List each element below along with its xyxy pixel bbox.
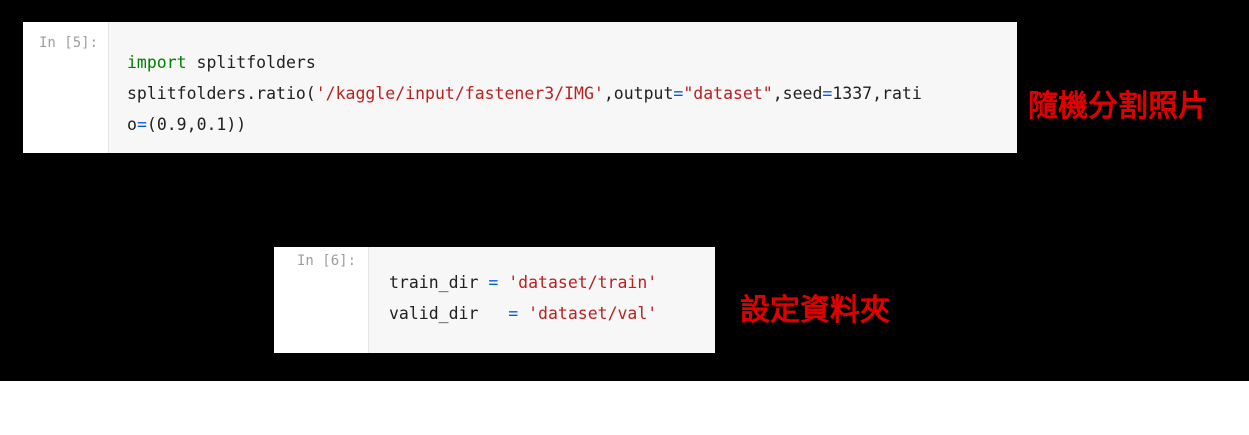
code-number: 0.1 — [196, 115, 227, 134]
code-operator: = — [488, 273, 499, 292]
code-cell-5[interactable]: In [5]: import splitfolders splitfolders… — [23, 22, 1017, 153]
code-number: 0.9 — [156, 115, 187, 134]
code-text: train_dir — [389, 273, 489, 292]
code-operator: = — [673, 84, 684, 103]
code-line: valid_dir = 'dataset/val' — [389, 304, 657, 324]
code-line: splitfolders.ratio('/kaggle/input/fasten… — [127, 84, 922, 104]
code-string: "dataset" — [683, 84, 773, 103]
code-text: splitfolders — [186, 53, 316, 72]
code-operator: = — [822, 84, 833, 103]
code-string: 'dataset/train' — [508, 273, 658, 292]
cell-prompt: In [5]: — [39, 35, 99, 51]
code-line: import splitfolders — [127, 53, 316, 73]
annotation-set-folder: 設定資料夾 — [740, 293, 890, 328]
code-string: '/kaggle/input/fastener3/IMG' — [315, 84, 604, 103]
code-operator: = — [508, 304, 519, 323]
code-string: 'dataset/val' — [528, 304, 658, 323]
code-keyword: import — [127, 53, 187, 72]
cell-prompt: In [6]: — [297, 253, 357, 269]
code-text: ,output — [603, 84, 674, 103]
code-number: 1337 — [832, 84, 873, 103]
code-input-area[interactable]: train_dir = 'dataset/train' valid_dir = … — [368, 247, 715, 353]
code-text: ( — [146, 115, 157, 134]
code-input-area[interactable]: import splitfolders splitfolders.ratio('… — [108, 22, 1017, 153]
code-operator: = — [136, 115, 147, 134]
annotation-split-photos: 隨機分割照片 — [1028, 89, 1208, 124]
code-line: o=(0.9,0.1)) — [127, 115, 246, 135]
code-text: splitfolders.ratio( — [127, 84, 316, 103]
code-text: ,rati — [872, 84, 922, 103]
code-line: train_dir = 'dataset/train' — [389, 273, 657, 293]
code-text: o — [127, 115, 137, 134]
code-text: ,seed — [772, 84, 823, 103]
code-text: , — [186, 115, 197, 134]
code-text: valid_dir — [389, 304, 509, 323]
code-cell-6[interactable]: In [6]: train_dir = 'dataset/train' vali… — [274, 247, 715, 353]
code-text: )) — [226, 115, 247, 134]
